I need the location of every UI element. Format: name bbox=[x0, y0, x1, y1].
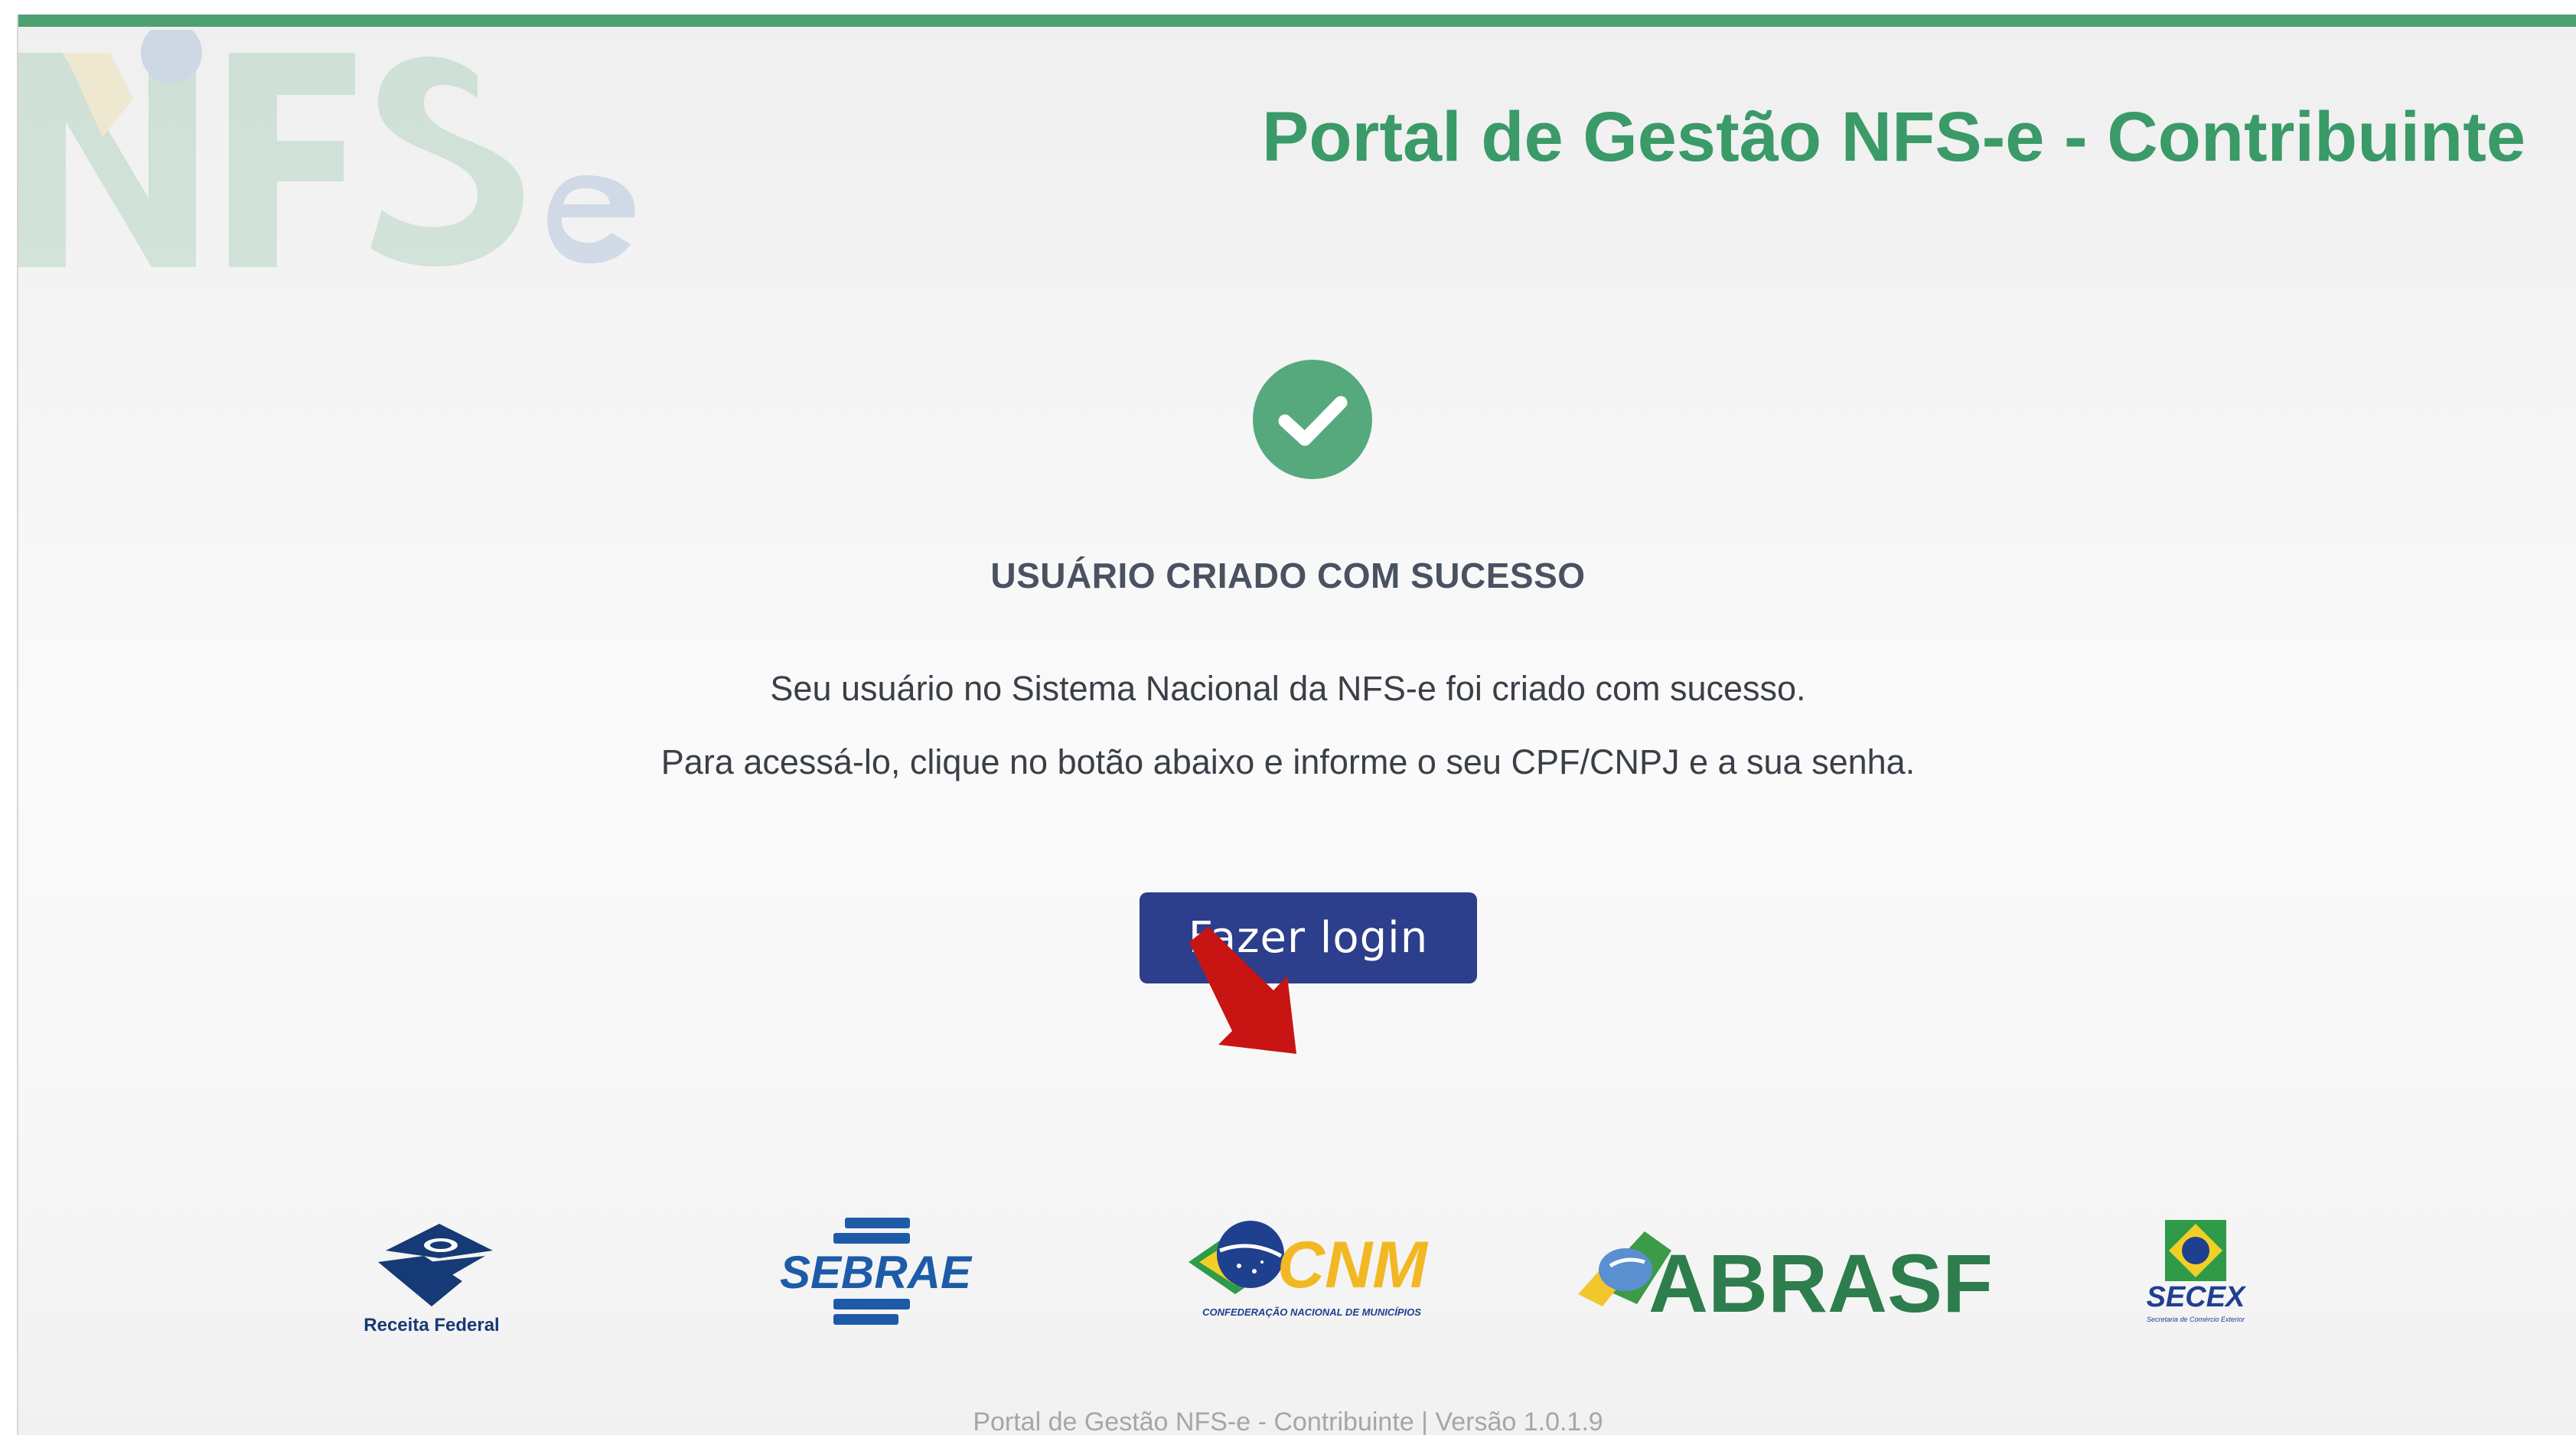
svg-text:SEBRAE: SEBRAE bbox=[780, 1247, 973, 1298]
abrasf-logo: ABRASF bbox=[1578, 1231, 1993, 1329]
check-circle-icon bbox=[1253, 360, 1372, 479]
cnm-logo: CNM CONFEDERAÇÃO NACIONAL DE MUNICÍPIOS bbox=[1189, 1221, 1429, 1318]
secex-logo: SECEX Secretaria de Comércio Exterior bbox=[2147, 1220, 2247, 1323]
sebrae-logo: SEBRAE bbox=[780, 1218, 973, 1325]
top-accent-bar bbox=[18, 15, 2576, 27]
nfse-watermark-logo bbox=[18, 30, 635, 267]
footer-version-text: Portal de Gestão NFS-e - Contribuinte | … bbox=[973, 1407, 1603, 1435]
portal-title: Portal de Gestão NFS-e - Contribuinte bbox=[1261, 98, 2525, 176]
success-heading: USUÁRIO CRIADO COM SUCESSO bbox=[990, 556, 1586, 595]
svg-text:CONFEDERAÇÃO NACIONAL DE MUNIC: CONFEDERAÇÃO NACIONAL DE MUNICÍPIOS bbox=[1202, 1306, 1421, 1318]
svg-text:CNM: CNM bbox=[1277, 1228, 1429, 1302]
page-container: Portal de Gestão NFS-e - Contribuinte US… bbox=[18, 15, 2576, 1435]
receita-federal-logo: Receita Federal bbox=[364, 1224, 500, 1336]
annotation-arrow-icon bbox=[1189, 927, 1296, 1054]
success-message-line-1: Seu usuário no Sistema Nacional da NFS-e… bbox=[770, 669, 1806, 708]
success-message-line-2: Para acessá-lo, clique no botão abaixo e… bbox=[660, 742, 1916, 781]
svg-text:ABRASF: ABRASF bbox=[1648, 1237, 1993, 1329]
svg-text:Secretaria de Comércio Exterio: Secretaria de Comércio Exterior bbox=[2147, 1316, 2245, 1323]
svg-text:Receita Federal: Receita Federal bbox=[364, 1315, 499, 1336]
svg-text:SECEX: SECEX bbox=[2147, 1281, 2247, 1313]
